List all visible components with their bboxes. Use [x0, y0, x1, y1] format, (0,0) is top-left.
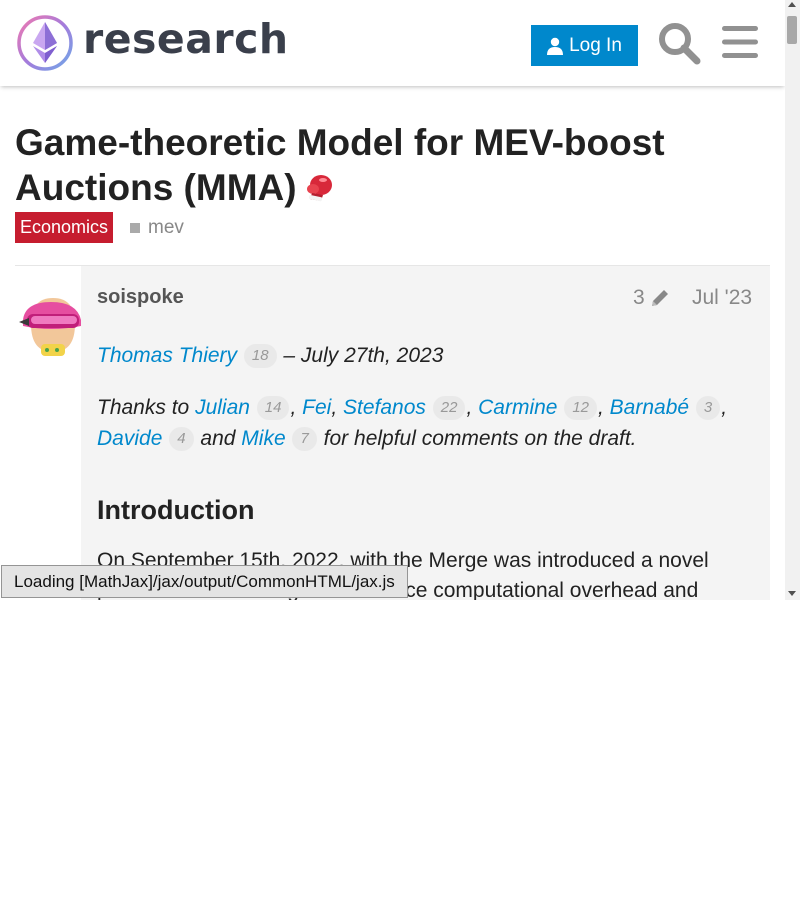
mention-count: 4	[169, 427, 194, 452]
vertical-scrollbar[interactable]	[785, 0, 800, 600]
scroll-down-arrow-icon[interactable]	[788, 591, 796, 596]
mathjax-loading-status: Loading [MathJax]/jax/output/CommonHTML/…	[1, 565, 408, 598]
mention-link-barnabe[interactable]: Barnabé	[610, 396, 689, 419]
mention-link-julian[interactable]: Julian	[195, 396, 250, 419]
log-in-label: Log In	[569, 34, 622, 56]
mention-count: 14	[256, 396, 290, 421]
author-date: – July 27th, 2023	[283, 344, 444, 367]
mention-count: 7	[292, 427, 317, 452]
user-icon	[547, 37, 564, 55]
mention-link-davide[interactable]: Davide	[97, 427, 162, 450]
edit-count-value: 3	[633, 286, 645, 309]
browser-viewport: research Log In Game-theoretic Model for…	[0, 0, 800, 600]
thanks-suffix: for helpful comments on the draft.	[323, 427, 637, 450]
logo-wordmark: research	[83, 15, 289, 63]
topic-title-text: Game-theoretic Model for MEV-boost Aucti…	[15, 122, 665, 208]
post-content: Thomas Thiery 18 – July 27th, 2023 Thank…	[97, 340, 757, 454]
tag-square-icon	[130, 222, 141, 233]
post-edit-history[interactable]: 3	[633, 286, 671, 310]
mention-link-fei[interactable]: Fei	[302, 396, 331, 419]
topic-title: Game-theoretic Model for MEV-boost Aucti…	[15, 120, 755, 210]
mention-count: 3	[695, 396, 721, 421]
post-username[interactable]: soispoke	[97, 286, 184, 309]
topic-tags: Economics mev	[15, 212, 184, 243]
mention-count: 22	[432, 396, 466, 421]
search-icon[interactable]	[657, 21, 701, 65]
post-date[interactable]: Jul '23	[692, 286, 752, 310]
ethereum-research-logo-icon	[17, 15, 73, 71]
mention-link-carmine[interactable]: Carmine	[478, 396, 557, 419]
scrollbar-thumb[interactable]	[787, 16, 797, 44]
boxing-glove-icon	[306, 175, 332, 202]
and-word: and	[200, 427, 236, 450]
author-link[interactable]: Thomas Thiery	[97, 344, 237, 367]
author-line: Thomas Thiery 18 – July 27th, 2023	[97, 340, 757, 371]
hamburger-menu-icon[interactable]	[721, 23, 759, 61]
mention-count: 18	[243, 344, 277, 369]
mention-link-stefanos[interactable]: Stefanos	[343, 396, 426, 419]
thanks-prefix: Thanks to	[97, 396, 190, 419]
category-badge-economics[interactable]: Economics	[15, 212, 114, 243]
log-in-button[interactable]: Log In	[531, 25, 638, 66]
scroll-up-arrow-icon[interactable]	[788, 2, 796, 7]
site-logo[interactable]: research	[16, 14, 289, 72]
user-avatar[interactable]	[17, 290, 83, 360]
section-heading-introduction: Introduction	[97, 495, 255, 525]
tag-mev[interactable]: mev	[130, 217, 184, 239]
mention-link-mike[interactable]: Mike	[241, 427, 285, 450]
tag-label: mev	[148, 216, 184, 238]
thanks-line: Thanks to Julian 14, Fei, Stefanos 22, C…	[97, 396, 728, 452]
mention-count: 12	[564, 396, 597, 421]
pencil-icon	[651, 290, 668, 306]
site-header: research Log In	[0, 0, 785, 86]
